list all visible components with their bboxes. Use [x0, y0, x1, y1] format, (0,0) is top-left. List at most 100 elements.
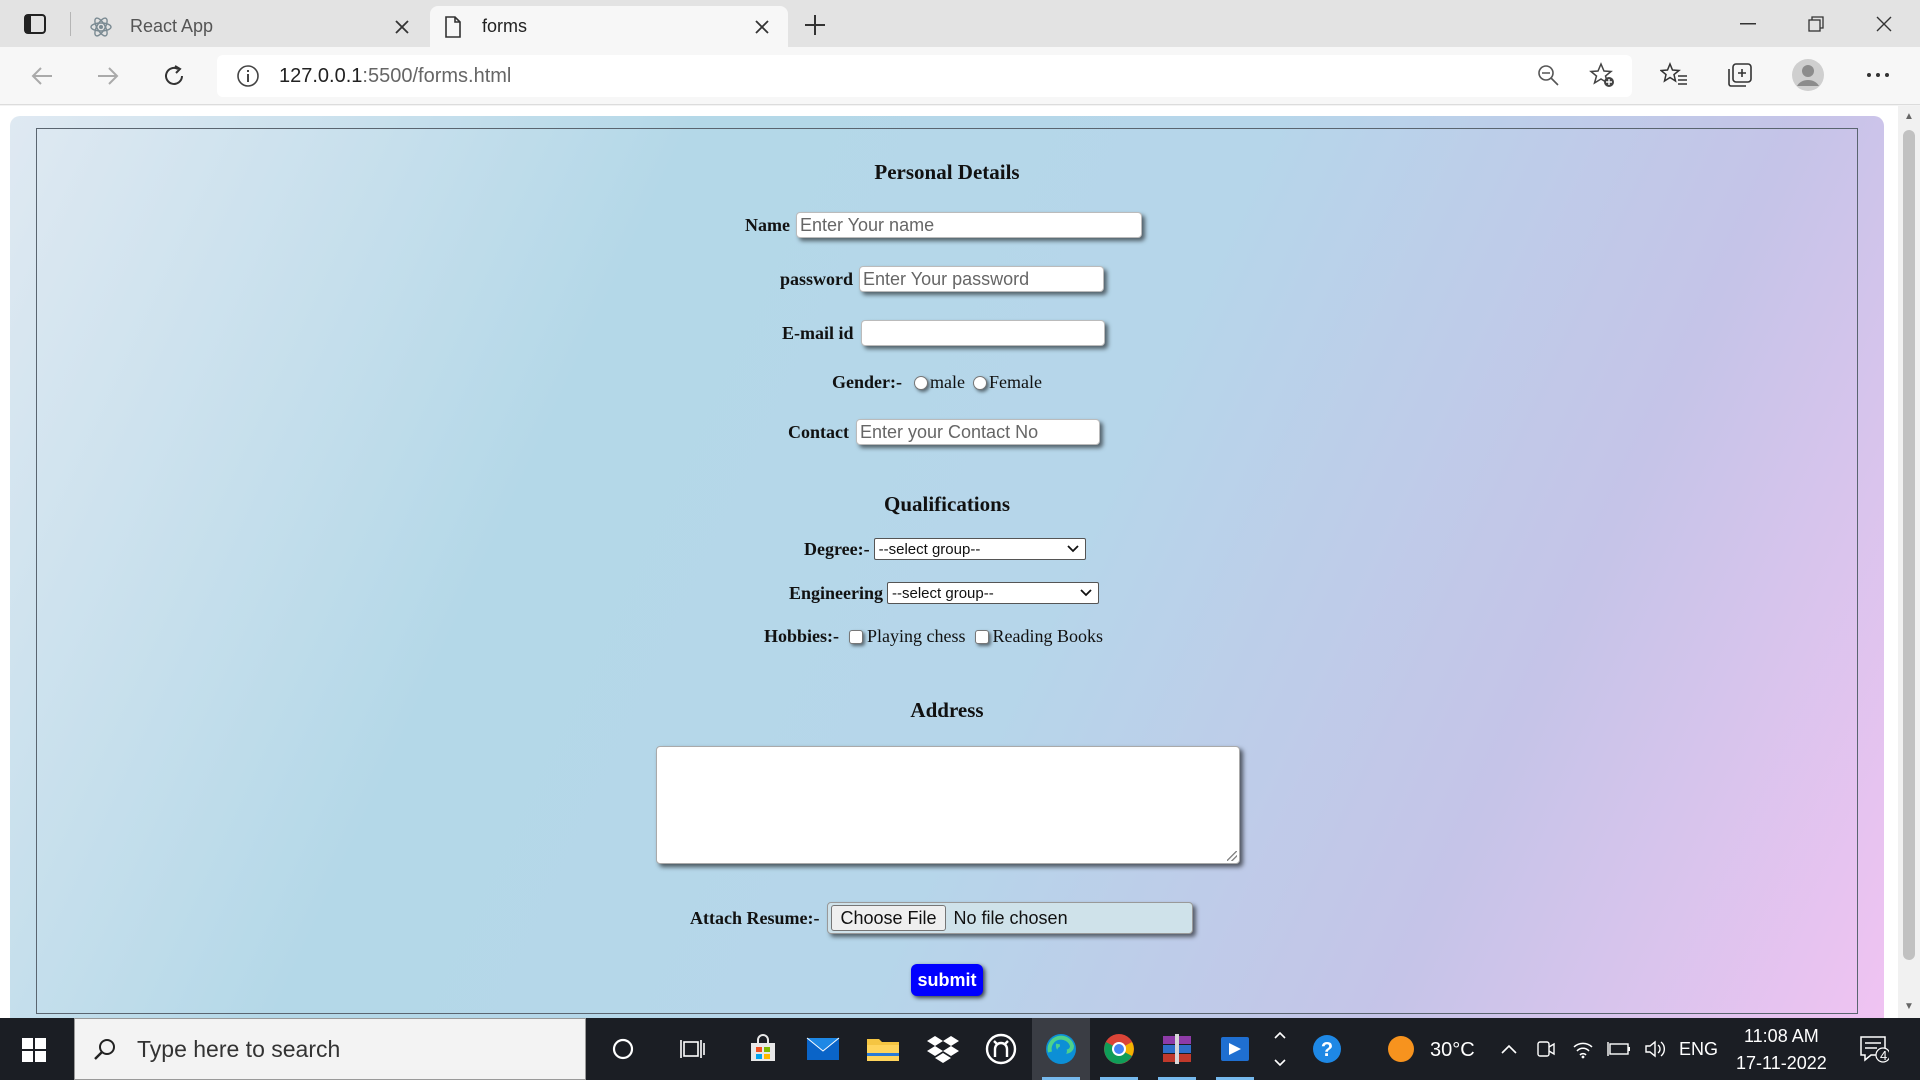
gender-female-radio[interactable] [972, 375, 987, 390]
close-icon[interactable] [388, 13, 416, 41]
name-input[interactable] [795, 212, 1142, 238]
chevron-down-icon [1080, 589, 1092, 597]
minimize-icon [1740, 22, 1756, 24]
meet-now-button[interactable] [1530, 1018, 1562, 1080]
cortana-icon [612, 1038, 634, 1060]
chrome-app[interactable] [1090, 1018, 1148, 1080]
form-border [36, 128, 1858, 1014]
network-button[interactable] [1566, 1018, 1600, 1080]
archive-icon [1163, 1034, 1191, 1064]
taskbar-search-box[interactable]: Type here to search [74, 1018, 586, 1080]
address-bar[interactable]: 127.0.0.1:5500/forms.html [217, 55, 1632, 97]
close-icon[interactable] [748, 13, 776, 41]
store-app[interactable] [734, 1018, 792, 1080]
email-label: E-mail id [782, 322, 854, 343]
qualifications-heading: Qualifications [883, 492, 1010, 516]
tab-react-app[interactable]: React App [78, 6, 428, 47]
volume-button[interactable] [1638, 1018, 1672, 1080]
resume-row: Attach Resume:- Choose File No file chos… [690, 902, 1194, 934]
edge-icon [1046, 1034, 1076, 1064]
github-desktop-app[interactable] [972, 1018, 1030, 1080]
contact-row: Contact [788, 419, 1100, 445]
wifi-icon [1573, 1042, 1593, 1059]
tab-actions-menu-button[interactable] [14, 10, 56, 38]
hobby-chess-label: Playing chess [867, 626, 966, 646]
scroll-up-icon[interactable]: ▲ [1902, 110, 1916, 124]
camera-icon [1537, 1041, 1555, 1057]
name-label: Name [745, 214, 790, 235]
email-input[interactable] [860, 320, 1105, 346]
close-icon [1876, 16, 1892, 31]
scrollbar-thumb[interactable] [1903, 130, 1915, 960]
language-indicator[interactable]: ENG [1679, 1039, 1718, 1060]
info-icon[interactable] [235, 63, 261, 89]
speaker-icon [1645, 1040, 1665, 1058]
tab-forms[interactable]: forms [430, 6, 788, 47]
back-button[interactable] [22, 57, 62, 95]
dropbox-icon [927, 1036, 959, 1063]
mail-app[interactable] [794, 1018, 852, 1080]
password-row: password [780, 266, 1105, 292]
degree-select[interactable]: --select group-- [873, 538, 1086, 560]
minimize-button[interactable] [1714, 0, 1782, 47]
favorites-icon [1660, 62, 1687, 85]
notification-count: 4 [1880, 1048, 1888, 1063]
scroll-down-icon[interactable]: ▼ [1902, 1000, 1916, 1014]
gender-label: Gender:- [832, 372, 902, 392]
profile-button[interactable] [1788, 55, 1828, 95]
zoom-out-button[interactable] [1528, 55, 1568, 95]
submit-button[interactable]: submit [911, 964, 983, 996]
restore-button[interactable] [1782, 0, 1850, 47]
hobby-reading-label: Reading Books [992, 626, 1104, 646]
more-icon [1867, 73, 1889, 77]
search-icon [94, 1039, 115, 1060]
contact-input[interactable] [856, 419, 1100, 445]
choose-file-button[interactable]: Choose File [831, 905, 946, 931]
hobby-reading-checkbox[interactable] [974, 629, 989, 644]
notification-center-button[interactable]: 4 [1846, 1018, 1902, 1080]
battery-button[interactable] [1602, 1018, 1636, 1080]
vscode-app[interactable] [1206, 1018, 1264, 1080]
add-favorite-button[interactable] [1582, 55, 1622, 95]
collections-button[interactable] [1720, 55, 1760, 95]
vertical-scrollbar[interactable]: ▲ ▼ [1898, 106, 1920, 1018]
close-window-button[interactable] [1850, 0, 1918, 47]
tab-separator [70, 12, 71, 36]
engineering-select[interactable]: --select group-- [887, 582, 1100, 604]
winrar-app[interactable] [1148, 1018, 1206, 1080]
taskbar-scroll-button[interactable] [1266, 1018, 1294, 1080]
clock-time[interactable]: 11:08 AM [1744, 1026, 1819, 1047]
address-textarea[interactable] [656, 746, 1240, 864]
windows-logo-icon [22, 1038, 46, 1062]
cortana-button[interactable] [594, 1018, 652, 1080]
help-app[interactable]: ? [1298, 1018, 1356, 1080]
store-icon [751, 1034, 775, 1061]
gender-male-radio[interactable] [913, 375, 928, 390]
zoom-out-icon [1538, 65, 1559, 86]
new-tab-button[interactable] [800, 10, 830, 40]
password-input[interactable] [859, 266, 1105, 292]
page-icon [440, 14, 466, 40]
task-view-button[interactable] [664, 1018, 722, 1080]
url-path: :5500/forms.html [362, 64, 512, 87]
mail-icon [806, 1037, 840, 1060]
react-icon [88, 14, 114, 40]
degree-label: Degree:- [804, 538, 870, 559]
name-row: Name [745, 212, 1142, 238]
resume-file-input[interactable]: Choose File No file chosen [827, 902, 1194, 934]
edge-app[interactable] [1032, 1018, 1090, 1080]
refresh-button[interactable] [154, 57, 194, 95]
show-hidden-icons-button[interactable] [1492, 1018, 1526, 1080]
file-explorer-app[interactable] [854, 1018, 912, 1080]
avatar-icon [1792, 59, 1824, 91]
forward-button[interactable] [88, 57, 128, 95]
dropbox-app[interactable] [914, 1018, 972, 1080]
clock-date[interactable]: 17-11-2022 [1736, 1053, 1827, 1074]
favorites-button[interactable] [1654, 55, 1694, 95]
start-button[interactable] [14, 1032, 54, 1068]
hobby-chess-checkbox[interactable] [849, 629, 864, 644]
star-add-icon [1589, 62, 1614, 87]
weather-widget[interactable] [1372, 1018, 1430, 1080]
settings-more-button[interactable] [1858, 55, 1898, 95]
resize-grip-icon[interactable] [1227, 851, 1237, 861]
